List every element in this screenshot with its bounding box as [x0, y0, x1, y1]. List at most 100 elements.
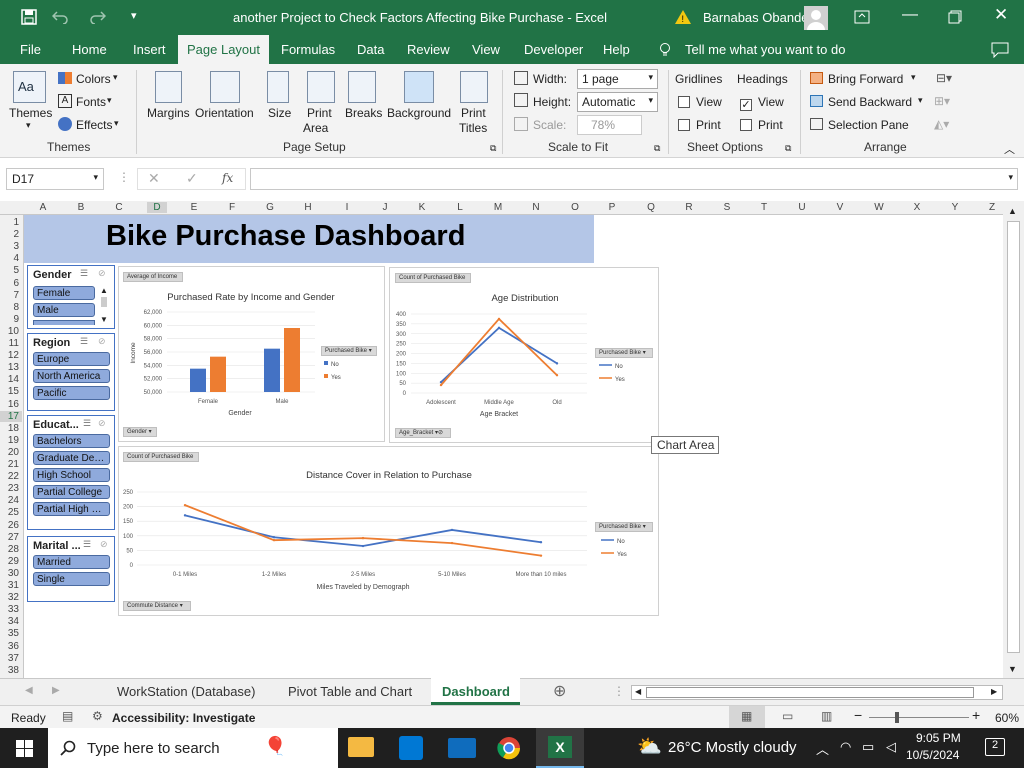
battery-icon[interactable]: ▭ [862, 739, 874, 755]
breaks-icon[interactable] [348, 71, 376, 103]
redo-icon[interactable] [90, 10, 106, 24]
multi-select-icon[interactable]: ☰ [80, 336, 88, 347]
print-area-label-2[interactable]: Area [303, 121, 328, 135]
colors-button[interactable]: Colors [76, 72, 111, 86]
zoom-slider-thumb[interactable] [895, 712, 899, 723]
headings-view-checkbox[interactable]: ✓ View [740, 95, 784, 111]
h-scroll-thumb[interactable] [646, 687, 974, 698]
tab-home[interactable]: Home [72, 42, 107, 57]
themes-icon[interactable]: Aa [13, 71, 46, 103]
formula-input[interactable]: ▾ [250, 168, 1018, 190]
margins-button[interactable]: Margins [147, 106, 190, 120]
multi-select-icon[interactable]: ☰ [83, 539, 91, 550]
scroll-up-icon[interactable]: ▲ [100, 286, 108, 295]
clear-filter-icon[interactable]: ⊘ [100, 539, 108, 550]
file-explorer-icon[interactable] [348, 737, 374, 757]
cancel-icon[interactable]: ✕ [148, 170, 160, 187]
slicer-gender[interactable]: Gender ☰ ⊘ Female Male ▲ ▼ [27, 265, 115, 329]
sheet-tab-dashboard[interactable]: Dashboard [431, 678, 520, 705]
slicer-item-partial-high-school[interactable]: Partial High S... [33, 502, 110, 516]
enter-icon[interactable]: ✓ [186, 170, 198, 187]
print-titles-icon[interactable] [460, 71, 488, 103]
tell-me-search[interactable]: Tell me what you want to do [685, 42, 845, 57]
tab-data[interactable]: Data [357, 42, 384, 57]
scroll-thumb[interactable] [1007, 221, 1020, 653]
add-sheet-icon[interactable]: ⊕ [553, 681, 566, 701]
notifications-icon[interactable]: 2 [985, 738, 1005, 756]
customize-qat-icon[interactable]: ▾ [131, 9, 137, 22]
send-backward-button[interactable]: Send Backward [828, 95, 912, 109]
mail-icon[interactable] [448, 738, 476, 758]
page-layout-view-icon[interactable]: ▭ [782, 709, 793, 723]
expand-formula-icon[interactable]: ▾ [1008, 172, 1013, 183]
zoom-out-icon[interactable]: − [854, 707, 862, 723]
chart-distance[interactable]: Count of Purchased Bike Commute Distance… [118, 446, 659, 616]
slicer-education[interactable]: Educat... ☰ ⊘ Bachelors Graduate Deg... … [27, 415, 115, 530]
effects-button[interactable]: Effects [76, 118, 112, 132]
slicer-item-graduate-degree[interactable]: Graduate Deg... [33, 451, 110, 465]
gridlines-print-checkbox[interactable]: Print [678, 118, 721, 132]
scroll-left-icon[interactable]: ◀ [635, 687, 641, 696]
slicer-region[interactable]: Region ☰ ⊘ Europe North America Pacific [27, 333, 115, 411]
orientation-icon[interactable] [210, 71, 240, 103]
slicer-item-married[interactable]: Married [33, 555, 110, 569]
avatar[interactable] [804, 6, 828, 30]
sheet-tab-pivot[interactable]: Pivot Table and Chart [288, 684, 412, 699]
zoom-level[interactable]: 60% [995, 711, 1019, 725]
slicer-item-partial-college[interactable]: Partial College [33, 485, 110, 499]
windows-start-icon[interactable] [16, 740, 33, 757]
warning-icon[interactable]: ! [674, 9, 692, 25]
store-icon[interactable] [399, 736, 423, 760]
macro-record-icon[interactable]: ▤ [62, 709, 73, 723]
chrome-icon[interactable] [497, 736, 521, 760]
tab-scroll-right-icon[interactable]: ▶ [52, 685, 60, 696]
tab-review[interactable]: Review [407, 42, 450, 57]
slicer-item-north-america[interactable]: North America [33, 369, 110, 383]
tab-file[interactable]: File [20, 42, 41, 57]
close-icon[interactable]: ✕ [994, 5, 1008, 25]
comments-icon[interactable] [991, 42, 1009, 58]
user-name[interactable]: Barnabas Obande [703, 10, 809, 25]
margins-icon[interactable] [155, 71, 182, 103]
page-break-preview-icon[interactable]: ▥ [821, 709, 832, 723]
rotate-icon[interactable]: ◭▾ [934, 117, 949, 131]
slicer-marital-status[interactable]: Marital ... ☰ ⊘ Married Single [27, 536, 115, 602]
slicer-item-pacific[interactable]: Pacific [33, 386, 110, 400]
tab-developer[interactable]: Developer [524, 42, 583, 57]
tab-view[interactable]: View [472, 42, 500, 57]
restore-icon[interactable] [948, 10, 962, 24]
scale-launcher-icon[interactable]: ⧉ [654, 143, 660, 154]
background-icon[interactable] [404, 71, 434, 103]
background-button[interactable]: Background [387, 106, 451, 120]
taskbar-search-box[interactable]: Type here to search 🎈 [48, 728, 338, 768]
insert-function-icon[interactable]: fx [222, 171, 233, 185]
width-select[interactable]: 1 page ▾ [577, 69, 658, 89]
collapse-ribbon-icon[interactable]: ︿ [1004, 141, 1015, 157]
themes-button[interactable]: Themes [9, 106, 52, 120]
scroll-down-icon[interactable]: ▼ [1008, 664, 1017, 674]
zoom-slider[interactable] [869, 717, 969, 718]
scroll-up-icon[interactable]: ▲ [1008, 206, 1017, 216]
undo-icon[interactable] [52, 10, 68, 24]
normal-view-button[interactable]: ▦ [729, 706, 765, 728]
sheet-options-launcher-icon[interactable]: ⧉ [785, 143, 791, 154]
slicer-item-europe[interactable]: Europe [33, 352, 110, 366]
slicer-scroll-thumb[interactable] [101, 297, 107, 307]
slicer-item-high-school[interactable]: High School [33, 468, 110, 482]
excel-taskbar-button[interactable]: X [536, 728, 584, 768]
print-titles-label-2[interactable]: Titles [459, 121, 487, 135]
clear-filter-icon[interactable]: ⊘ [98, 418, 106, 429]
print-area-label-1[interactable]: Print [307, 106, 332, 120]
clock-date[interactable]: 10/5/2024 [906, 748, 959, 762]
clock-time[interactable]: 9:05 PM [916, 731, 961, 745]
breaks-button[interactable]: Breaks [345, 106, 382, 120]
multi-select-icon[interactable]: ☰ [80, 268, 88, 279]
slicer-item-bachelors[interactable]: Bachelors [33, 434, 110, 448]
print-titles-label-1[interactable]: Print [461, 106, 486, 120]
fonts-button[interactable]: Fonts [76, 95, 106, 109]
chart-age-distribution[interactable]: Count of Purchased Bike Age_Bracket ▾⊘ P… [389, 267, 659, 443]
save-icon[interactable] [21, 9, 37, 25]
accessibility-status[interactable]: Accessibility: Investigate [112, 711, 255, 725]
print-area-icon[interactable] [307, 71, 335, 103]
volume-icon[interactable]: ◁ [886, 739, 896, 755]
